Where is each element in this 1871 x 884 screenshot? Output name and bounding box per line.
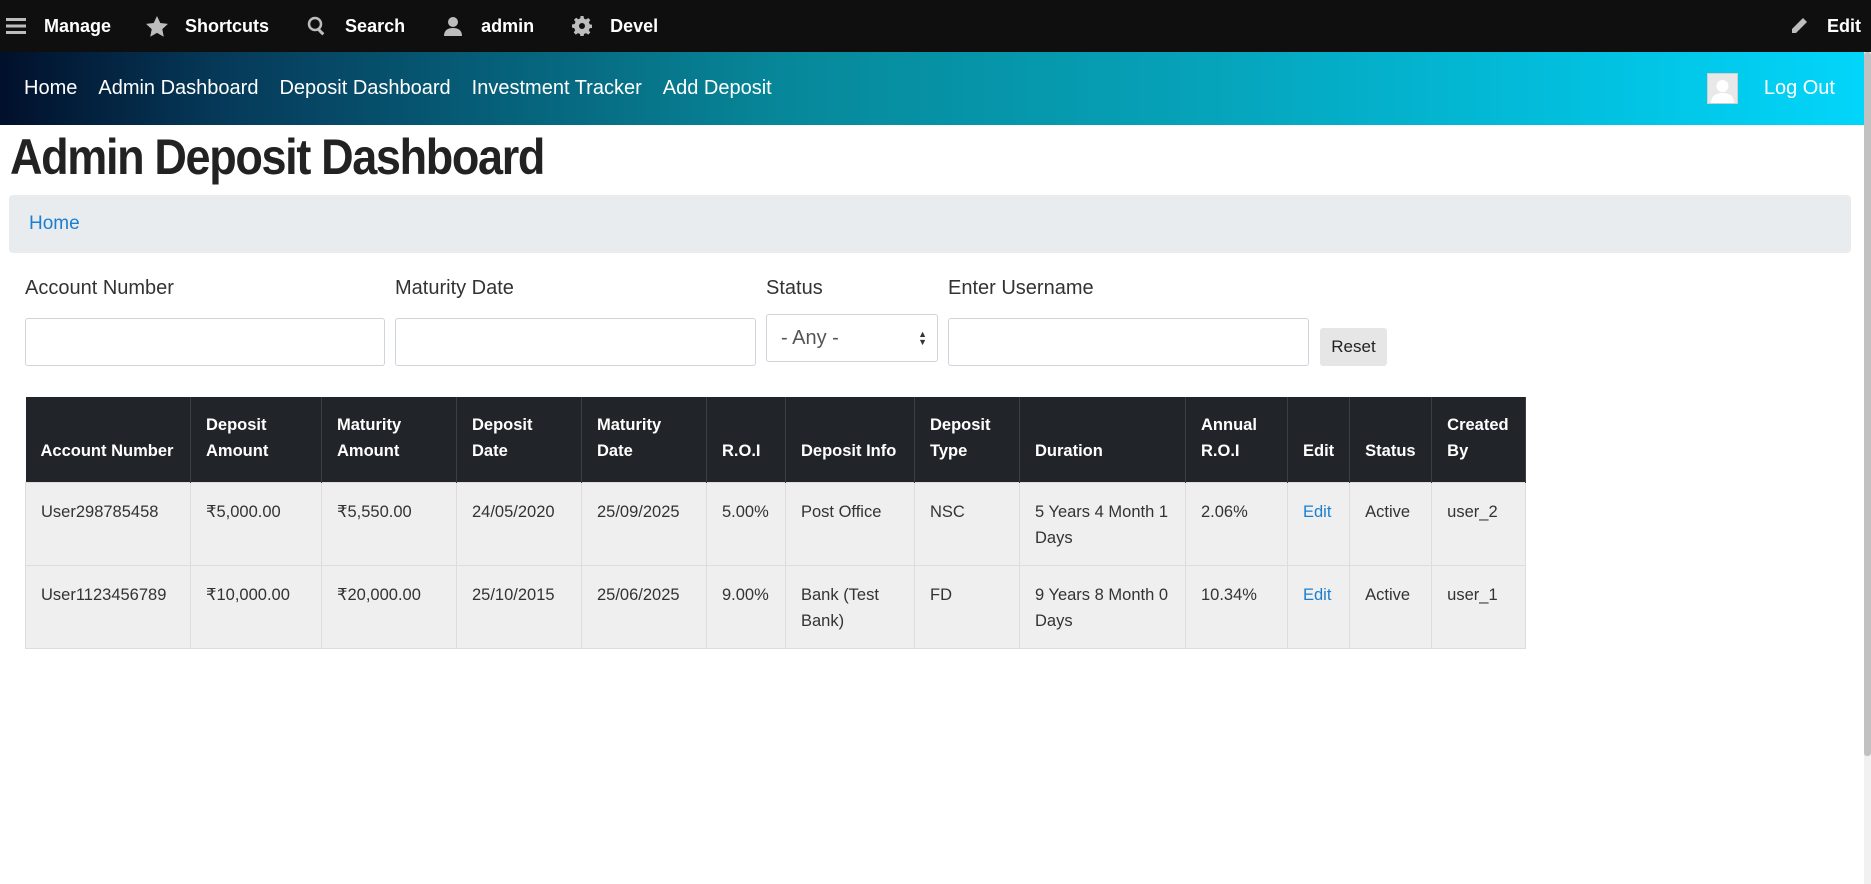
nav-link-investment-tracker[interactable]: Investment Tracker (472, 77, 642, 100)
edit-link[interactable]: Edit (1303, 503, 1331, 521)
cell-duration: 9 Years 8 Month 0 Days (1019, 564, 1186, 649)
col-maturity-amount[interactable]: Maturity Amount (321, 397, 457, 482)
search-icon (305, 14, 329, 38)
breadcrumb: Home (9, 195, 1851, 253)
cell-deposit-amount: ₹10,000.00 (190, 564, 322, 649)
col-account-number[interactable]: Account Number (25, 397, 191, 482)
col-status[interactable]: Status (1349, 397, 1433, 482)
cell-maturity-date: 25/09/2025 (581, 481, 707, 566)
col-deposit-date[interactable]: Deposit Date (456, 397, 582, 482)
gear-icon (570, 14, 594, 38)
cell-deposit-type: NSC (914, 481, 1020, 566)
toolbar-shortcuts[interactable]: Shortcuts (145, 0, 269, 52)
col-maturity-date[interactable]: Maturity Date (581, 397, 707, 482)
cell-account: User1123456789 (25, 564, 191, 649)
col-deposit-type[interactable]: Deposit Type (914, 397, 1020, 482)
cell-edit: Edit (1286, 481, 1351, 566)
toolbar-search-label: Search (345, 15, 406, 36)
cell-deposit-info: Bank (Test Bank) (785, 564, 915, 649)
cell-edit: Edit (1286, 564, 1351, 649)
cell-maturity-amount: ₹5,550.00 (321, 481, 457, 566)
cell-created-by: user_1 (1431, 564, 1527, 649)
main-navbar: Home Admin Dashboard Deposit Dashboard I… (0, 52, 1871, 125)
cell-status: Active (1349, 564, 1433, 649)
toolbar-user[interactable]: admin (441, 0, 534, 52)
admin-toolbar: Manage Shortcuts Search admin Devel Edit (0, 0, 1871, 52)
cell-deposit-amount: ₹5,000.00 (190, 481, 322, 566)
cell-annual-roi: 10.34% (1185, 564, 1288, 649)
toolbar-manage-label: Manage (44, 15, 112, 36)
avatar[interactable] (1706, 73, 1738, 104)
scrollbar-thumb[interactable] (1864, 52, 1871, 756)
toolbar-devel[interactable]: Devel (570, 0, 658, 52)
col-annual-roi[interactable]: Annual R.O.I (1185, 397, 1288, 482)
reset-button[interactable]: Reset (1320, 328, 1387, 366)
cell-status: Active (1349, 481, 1433, 566)
cell-maturity-amount: ₹20,000.00 (321, 564, 457, 649)
account-number-label: Account Number (25, 277, 174, 299)
cell-deposit-date: 24/05/2020 (456, 481, 582, 566)
username-label: Enter Username (948, 277, 1094, 299)
cell-account: User298785458 (25, 481, 191, 566)
breadcrumb-home-link[interactable]: Home (29, 213, 80, 235)
page-scrollbar[interactable] (1864, 52, 1871, 884)
toolbar-shortcuts-label: Shortcuts (185, 15, 270, 36)
user-icon (441, 14, 465, 38)
toolbar-edit-label: Edit (1827, 15, 1861, 36)
cell-deposit-type: FD (914, 564, 1020, 649)
maturity-date-input[interactable] (395, 318, 756, 366)
nav-link-deposit-dashboard[interactable]: Deposit Dashboard (279, 77, 450, 100)
nav-link-add-deposit[interactable]: Add Deposit (663, 77, 772, 100)
table-row: User298785458 ₹5,000.00 ₹5,550.00 24/05/… (25, 481, 1527, 566)
col-created-by[interactable]: Created By (1431, 397, 1527, 482)
nav-link-admin-dashboard[interactable]: Admin Dashboard (98, 77, 258, 100)
toolbar-edit[interactable]: Edit (1787, 0, 1871, 52)
col-duration[interactable]: Duration (1019, 397, 1186, 482)
status-label: Status (766, 277, 823, 299)
status-select-value: - Any - (781, 326, 839, 349)
maturity-date-label: Maturity Date (395, 277, 514, 299)
col-deposit-amount[interactable]: Deposit Amount (190, 397, 322, 482)
toolbar-manage[interactable]: Manage (0, 0, 111, 52)
page-title: Admin Deposit Dashboard (10, 129, 545, 185)
logout-link[interactable]: Log Out (1764, 77, 1835, 100)
cell-maturity-date: 25/06/2025 (581, 564, 707, 649)
col-edit: Edit (1287, 397, 1351, 482)
star-icon (145, 14, 169, 38)
nav-links: Home Admin Dashboard Deposit Dashboard I… (0, 77, 793, 100)
cell-roi: 5.00% (706, 481, 786, 566)
username-input[interactable] (948, 318, 1309, 366)
cell-roi: 9.00% (706, 564, 786, 649)
deposits-table: Account Number Deposit Amount Maturity A… (25, 397, 1527, 649)
account-number-input[interactable] (25, 318, 385, 366)
cell-duration: 5 Years 4 Month 1 Days (1019, 481, 1186, 566)
nav-link-home[interactable]: Home (24, 77, 77, 100)
cell-created-by: user_2 (1431, 481, 1527, 566)
toolbar-devel-label: Devel (610, 15, 659, 36)
hamburger-menu-icon (4, 14, 28, 38)
col-deposit-info[interactable]: Deposit Info (785, 397, 915, 482)
select-arrows-icon: ▲ ▼ (918, 329, 927, 347)
cell-deposit-info: Post Office (785, 481, 915, 566)
toolbar-search[interactable]: Search (305, 0, 405, 52)
edit-link[interactable]: Edit (1303, 586, 1331, 604)
table-header-row: Account Number Deposit Amount Maturity A… (25, 397, 1527, 482)
table-row: User1123456789 ₹10,000.00 ₹20,000.00 25/… (25, 564, 1527, 649)
toolbar-user-label: admin (481, 15, 535, 36)
pencil-icon (1787, 14, 1811, 38)
cell-deposit-date: 25/10/2015 (456, 564, 582, 649)
col-roi[interactable]: R.O.I (706, 397, 786, 482)
status-select[interactable]: - Any - ▲ ▼ (766, 314, 938, 362)
avatar-silhouette-icon (1710, 80, 1734, 103)
cell-annual-roi: 2.06% (1185, 481, 1288, 566)
nav-user-area: Log Out (1706, 52, 1835, 125)
